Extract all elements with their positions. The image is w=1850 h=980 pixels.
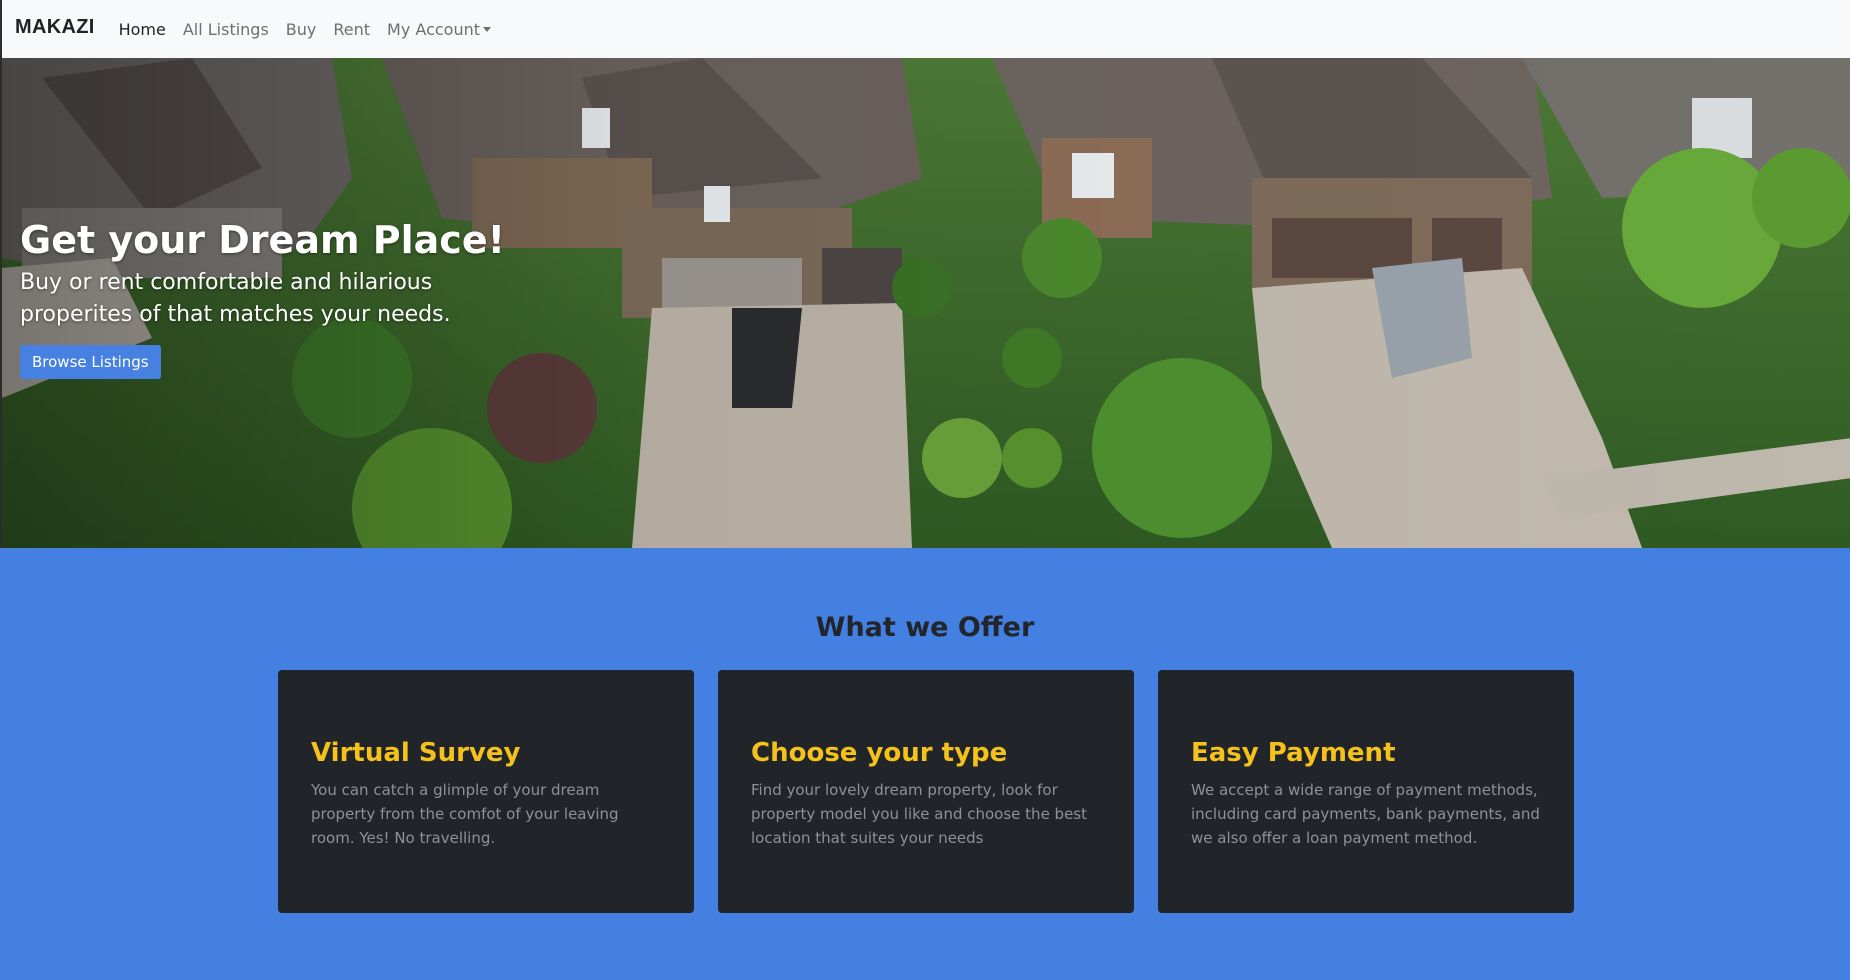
- hero-content: Get your Dream Place! Buy or rent comfor…: [20, 216, 505, 379]
- card-text: We accept a wide range of payment method…: [1191, 781, 1540, 847]
- nav-link-home[interactable]: Home: [119, 20, 166, 39]
- brand-logo[interactable]: MAKAZI: [15, 16, 95, 39]
- hero-title: Get your Dream Place!: [20, 218, 505, 262]
- nav-link-my-account-dropdown[interactable]: My Account: [387, 19, 492, 39]
- card-text: Find your lovely dream property, look fo…: [751, 781, 1088, 847]
- nav-link-buy[interactable]: Buy: [286, 20, 317, 39]
- nav-link-my-account-label: My Account: [387, 19, 481, 39]
- caret-down-icon: [483, 26, 492, 32]
- hero-subtitle: Buy or rent comfortable and hilarious pr…: [20, 270, 451, 327]
- hero-section: Get your Dream Place! Buy or rent comfor…: [0, 58, 1850, 548]
- offer-card-easy-payment: Easy Payment We accept a wide range of p…: [1158, 670, 1574, 913]
- offer-section: What we Offer Virtual Survey You can cat…: [0, 548, 1850, 980]
- navbar: MAKAZI Home All Listings Buy Rent My Acc…: [0, 0, 1850, 58]
- nav-link-rent[interactable]: Rent: [333, 20, 370, 39]
- browse-listings-button[interactable]: Browse Listings: [20, 345, 161, 379]
- card-title: Choose your type: [751, 738, 1008, 768]
- card-title: Easy Payment: [1191, 738, 1396, 768]
- offer-card-virtual-survey: Virtual Survey You can catch a glimple o…: [278, 670, 694, 913]
- card-title: Virtual Survey: [311, 738, 521, 768]
- offer-section-title: What we Offer: [815, 612, 1035, 643]
- nav-link-all-listings[interactable]: All Listings: [183, 20, 269, 39]
- card-text: You can catch a glimple of your dream pr…: [311, 781, 619, 847]
- offer-card-choose-type: Choose your type Find your lovely dream …: [718, 670, 1134, 913]
- nav-links: Home All Listings Buy Rent My Account: [119, 20, 508, 39]
